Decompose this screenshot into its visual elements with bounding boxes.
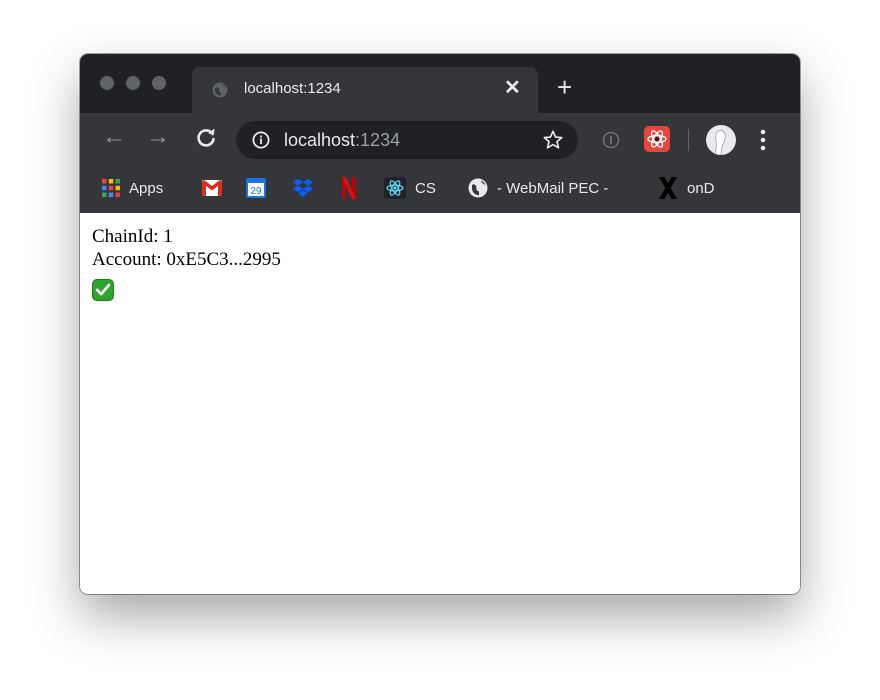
bookmark-label: CS <box>415 179 436 197</box>
close-tab-icon[interactable]: ✕ <box>504 76 521 100</box>
globe-icon <box>468 178 488 198</box>
url-host: localhost <box>284 130 356 150</box>
minimize-window-button[interactable] <box>126 76 140 90</box>
tab-localhost[interactable]: localhost:1234 ✕ <box>192 67 538 113</box>
bookmark-webmail-pec[interactable]: - WebMail PEC - <box>468 175 608 201</box>
extension-react-devtools-icon[interactable] <box>644 126 670 152</box>
info-icon[interactable] <box>252 131 270 149</box>
bookmark-netflix[interactable] <box>342 175 356 201</box>
apps-grid-icon <box>102 179 120 197</box>
bookmarks-bar: Apps 29 CS - WebMail PEC - onD <box>80 165 800 213</box>
address-bar[interactable]: localhost:1234 <box>236 121 578 159</box>
bookmark-star-icon[interactable] <box>542 129 564 151</box>
netflix-icon <box>342 177 356 199</box>
reload-icon[interactable] <box>194 126 218 150</box>
calendar-badge: 29 <box>250 186 262 197</box>
bookmark-label: Apps <box>129 179 164 197</box>
globe-icon <box>212 82 228 98</box>
bookmark-cs[interactable]: CS <box>384 175 436 201</box>
x-logo-icon <box>659 177 677 199</box>
close-window-button[interactable] <box>100 76 114 90</box>
account-text: Account: 0xE5C3...2995 <box>92 249 281 270</box>
bookmark-ond[interactable]: onD <box>658 175 715 201</box>
forward-arrow-icon[interactable]: → <box>146 125 170 149</box>
profile-avatar[interactable] <box>706 125 736 155</box>
back-arrow-icon[interactable]: ← <box>102 125 126 149</box>
zoom-window-button[interactable] <box>152 76 166 90</box>
react-icon <box>384 177 406 199</box>
new-tab-button[interactable]: + <box>557 74 572 100</box>
menu-dots-icon[interactable] <box>760 129 766 151</box>
bookmark-dropbox[interactable] <box>292 175 314 201</box>
page-content: ChainId: 1 Account: 0xE5C3...2995 <box>80 213 800 594</box>
person-icon <box>714 130 726 155</box>
toolbar: ← → localhost:1234 <box>80 113 800 165</box>
extension-password-icon[interactable] <box>602 131 620 149</box>
bookmark-label: - WebMail PEC - <box>497 179 609 197</box>
atom-icon <box>647 130 667 148</box>
bookmark-gmail[interactable] <box>202 175 222 201</box>
gmail-icon <box>202 180 222 196</box>
check-glyph <box>95 283 111 296</box>
url-port: :1234 <box>355 130 401 150</box>
check-mark-icon <box>92 279 114 301</box>
bookmark-label: onD <box>687 179 715 197</box>
title-bar: localhost:1234 ✕ + <box>80 54 800 113</box>
toolbar-divider <box>688 129 689 151</box>
bookmark-calendar[interactable]: 29 <box>246 175 266 201</box>
tab-title: localhost:1234 <box>244 80 341 97</box>
bookmark-apps[interactable]: Apps <box>102 175 163 201</box>
dropbox-icon <box>293 179 313 197</box>
chain-id-text: ChainId: 1 <box>92 226 173 247</box>
url-text[interactable]: localhost:1234 <box>284 130 400 151</box>
calendar-icon: 29 <box>246 178 266 198</box>
browser-window: localhost:1234 ✕ + ← → localhost:1234 Ap… <box>80 54 800 594</box>
